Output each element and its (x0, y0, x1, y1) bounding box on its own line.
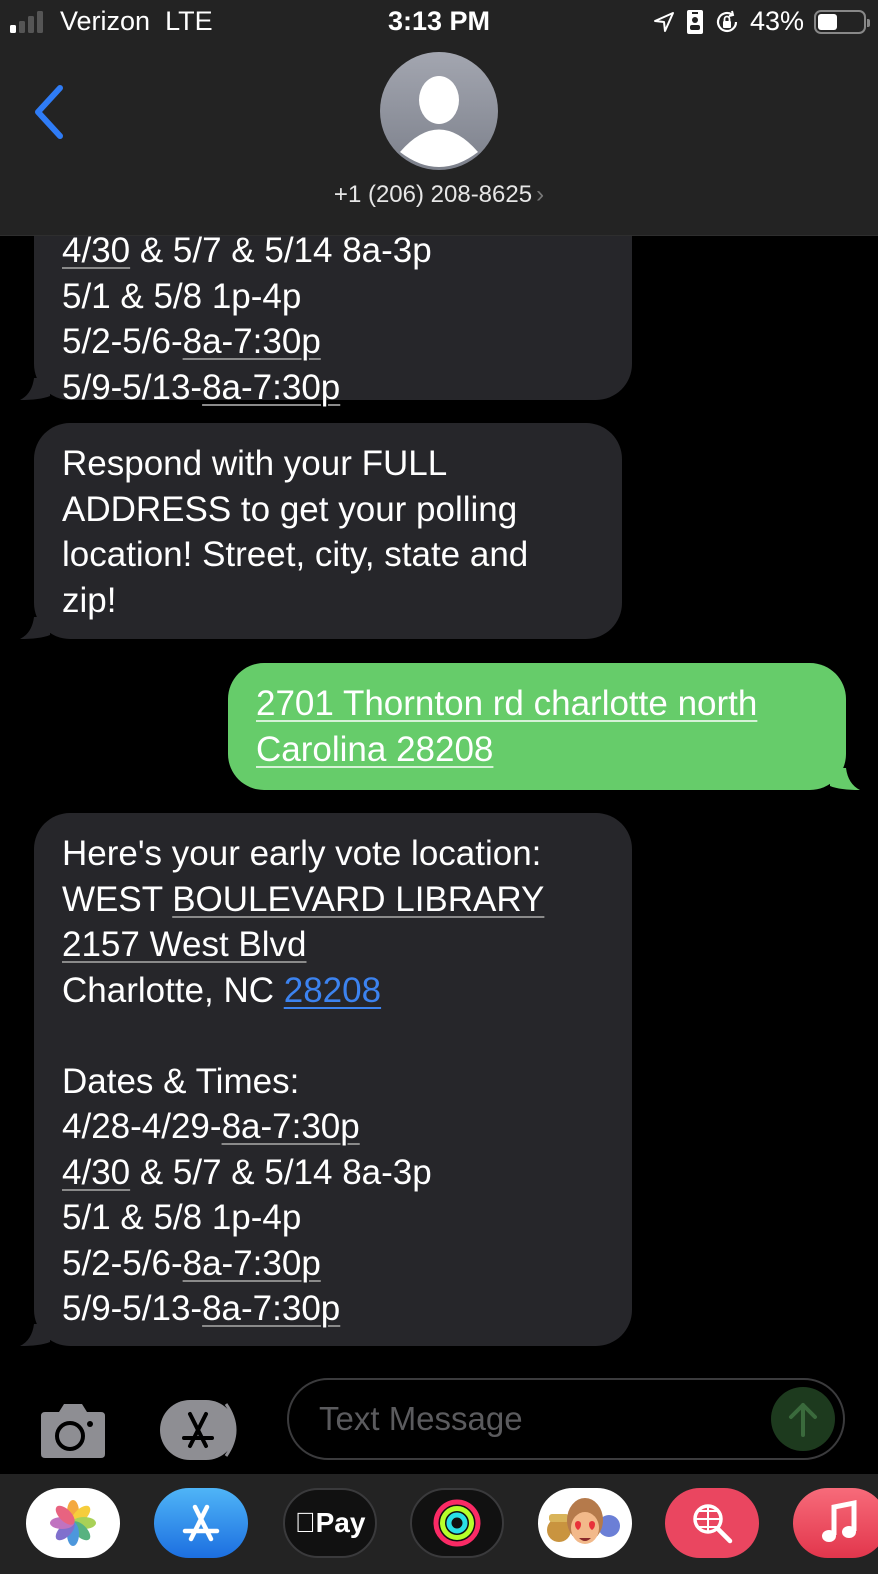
message-line: zip! (62, 578, 594, 624)
music-note-icon (822, 1499, 857, 1542)
imessage-app-drawer: Pay (0, 1474, 878, 1574)
message-text: & 5/7 & 5/14 8a-3p (130, 231, 432, 270)
message-text: location! Street, city, state and (62, 535, 529, 574)
detected-data-link[interactable]: BOULEVARD LIBRARY (172, 880, 544, 919)
detected-data-link[interactable]: 8a-7:30p (202, 368, 340, 407)
detected-data-link[interactable]: 8a-7:30p (183, 1244, 321, 1283)
incoming-message-bubble[interactable]: Here's your early vote location: WEST BOU… (34, 813, 632, 1346)
bubble-tail (830, 768, 860, 790)
detected-data-link[interactable]: 2157 West Blvd (62, 925, 307, 964)
app-activity[interactable] (410, 1488, 504, 1558)
photos-icon (50, 1500, 96, 1546)
bubble-tail (20, 378, 50, 400)
detected-data-link[interactable]: Carolina 28208 (256, 730, 493, 769)
detected-data-link[interactable]: 8a-7:30p (183, 322, 321, 361)
app-store-icon (182, 1504, 220, 1542)
message-line: 2157 West Blvd (62, 922, 604, 968)
arrow-up-icon (789, 1403, 817, 1437)
message-text: WEST (62, 879, 173, 919)
message-line: ADDRESS to get your polling (62, 487, 594, 533)
contact-number: +1 (206) 208-8625 (333, 181, 533, 208)
status-bar: Verizon LTE 3:13 PM 43% (0, 0, 878, 44)
message-line: 5/2-5/6-8a-7:30p (62, 319, 604, 365)
message-line: 4/30 & 5/7 & 5/14 8a-3p (62, 1150, 604, 1196)
message-text: 5/2-5/6- (62, 1243, 183, 1283)
detected-data-link[interactable]: 8a-7:30p (202, 1289, 340, 1328)
app-memoji[interactable] (538, 1488, 632, 1558)
message-text: 5/2-5/6- (62, 322, 183, 361)
send-button[interactable] (771, 1387, 835, 1451)
zip-code-link[interactable]: 28208 (284, 971, 381, 1010)
message-line: 4/28-4/29-8a-7:30p (62, 1104, 604, 1150)
message-line: Charlotte, NC 28208 (62, 968, 604, 1014)
message-line: location! Street, city, state and (62, 532, 594, 578)
orientation-lock-icon (716, 10, 738, 32)
globe-search-icon (693, 1504, 733, 1544)
message-text: 5/9-5/13- (62, 367, 203, 407)
app-music[interactable] (793, 1488, 878, 1558)
app-photos[interactable] (26, 1488, 120, 1558)
message-line: Carolina 28208 (256, 727, 818, 773)
message-text: 5/1 & 5/8 1p-4p (62, 1198, 302, 1237)
outgoing-message-bubble[interactable]: 2701 Thornton rd charlotte north Carolina… (228, 663, 846, 790)
battery-icon (814, 9, 870, 34)
message-text: Here's your early vote location: (62, 834, 542, 873)
message-line: 5/9-5/13-8a-7:30p (62, 365, 604, 411)
message-line: WEST BOULEVARD LIBRARY (62, 877, 604, 923)
app-apple-pay[interactable]: Pay (283, 1488, 377, 1558)
camera-icon[interactable] (37, 1402, 109, 1460)
chevron-right-icon: › (536, 181, 545, 208)
message-text: Dates & Times: (62, 1061, 300, 1101)
bubble-tail (20, 617, 50, 639)
person-silhouette-icon (400, 76, 478, 167)
message-text: & 5/7 & 5/14 8a-3p (130, 1152, 432, 1192)
message-text: 4/28-4/29- (62, 1107, 222, 1146)
message-line: 5/9-5/13-8a-7:30p (62, 1286, 604, 1332)
apple-pay-icon: Pay (295, 1507, 366, 1538)
contact-avatar[interactable] (380, 52, 498, 170)
bubble-tail (20, 1324, 50, 1346)
location-arrow-icon (653, 11, 674, 32)
message-text: Charlotte, NC (62, 970, 284, 1010)
message-line: Dates & Times: (62, 1059, 604, 1105)
battery-percent: 43% (749, 6, 804, 36)
message-text: Respond with your FULL (62, 444, 448, 483)
incoming-message-bubble[interactable]: Respond with your FULL ADDRESS to get you… (34, 423, 622, 639)
message-text: 5/1 & 5/8 1p-4p (62, 276, 302, 316)
app-store-icon[interactable] (160, 1400, 248, 1460)
message-line: 5/1 & 5/8 1p-4p (62, 1195, 604, 1241)
message-line: 5/1 & 5/8 1p-4p (62, 274, 604, 320)
status-icons: 43% (652, 6, 870, 37)
detected-data-link[interactable]: 4/30 (62, 1153, 130, 1192)
composer (0, 1372, 878, 1468)
message-line: 5/2-5/6-8a-7:30p (62, 1241, 604, 1287)
message-text: ADDRESS to get your polling (62, 489, 518, 529)
message-text: zip! (62, 580, 117, 620)
app-app-store[interactable] (154, 1488, 248, 1558)
message-line: Respond with your FULL (62, 441, 594, 487)
detected-data-link[interactable]: 8a-7:30p (222, 1107, 360, 1146)
message-text: 5/9-5/13- (62, 1289, 203, 1328)
message-line (62, 1013, 604, 1059)
contact-card-icon (686, 9, 703, 34)
conversation-header: Verizon LTE 3:13 PM 43% +1 (206) 208-862… (0, 0, 878, 236)
app-images-search[interactable] (665, 1488, 759, 1558)
message-line: 2701 Thornton rd charlotte north (256, 681, 818, 727)
battery-level (818, 13, 837, 30)
text-message-input[interactable] (319, 1380, 759, 1458)
memoji-icon (547, 1498, 620, 1544)
contact-name-button[interactable]: +1 (206) 208-8625 › (0, 181, 878, 209)
detected-data-link[interactable]: 4/30 (62, 231, 130, 270)
back-chevron-icon[interactable] (32, 84, 72, 140)
detected-data-link[interactable]: 2701 Thornton rd charlotte north (256, 684, 757, 723)
message-line: Here's your early vote location: (62, 831, 604, 877)
text-message-field[interactable] (287, 1378, 845, 1460)
activity-rings-icon (433, 1499, 481, 1547)
